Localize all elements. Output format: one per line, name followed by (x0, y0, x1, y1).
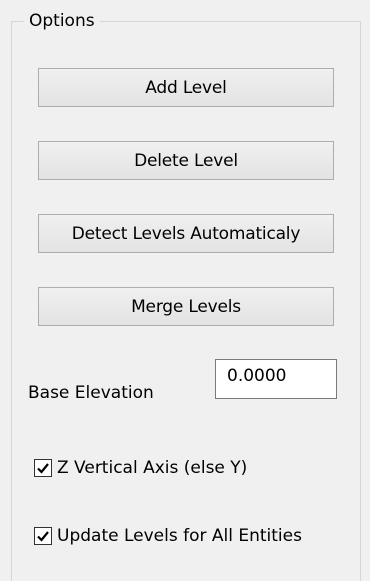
update-levels-checkbox-row[interactable]: Update Levels for All Entities (34, 526, 302, 546)
detect-levels-button-label: Detect Levels Automaticaly (71, 223, 301, 244)
update-levels-label: Update Levels for All Entities (57, 526, 302, 546)
checkmark-icon (37, 531, 49, 542)
base-elevation-input[interactable]: 0.0000 (215, 359, 337, 399)
z-vertical-axis-checkbox-row[interactable]: Z Vertical Axis (else Y) (34, 458, 247, 478)
delete-level-button-label: Delete Level (134, 150, 238, 171)
add-level-button[interactable]: Add Level (38, 68, 334, 107)
options-group-title: Options (24, 10, 100, 32)
checkmark-icon (37, 463, 49, 474)
base-elevation-label: Base Elevation (28, 383, 154, 403)
merge-levels-button[interactable]: Merge Levels (38, 287, 334, 326)
update-levels-checkbox[interactable] (34, 527, 52, 545)
z-vertical-axis-label: Z Vertical Axis (else Y) (57, 458, 248, 478)
detect-levels-button[interactable]: Detect Levels Automaticaly (38, 214, 334, 253)
add-level-button-label: Add Level (145, 77, 227, 98)
merge-levels-button-label: Merge Levels (131, 296, 241, 317)
z-vertical-axis-checkbox[interactable] (34, 459, 52, 477)
delete-level-button[interactable]: Delete Level (38, 141, 334, 180)
